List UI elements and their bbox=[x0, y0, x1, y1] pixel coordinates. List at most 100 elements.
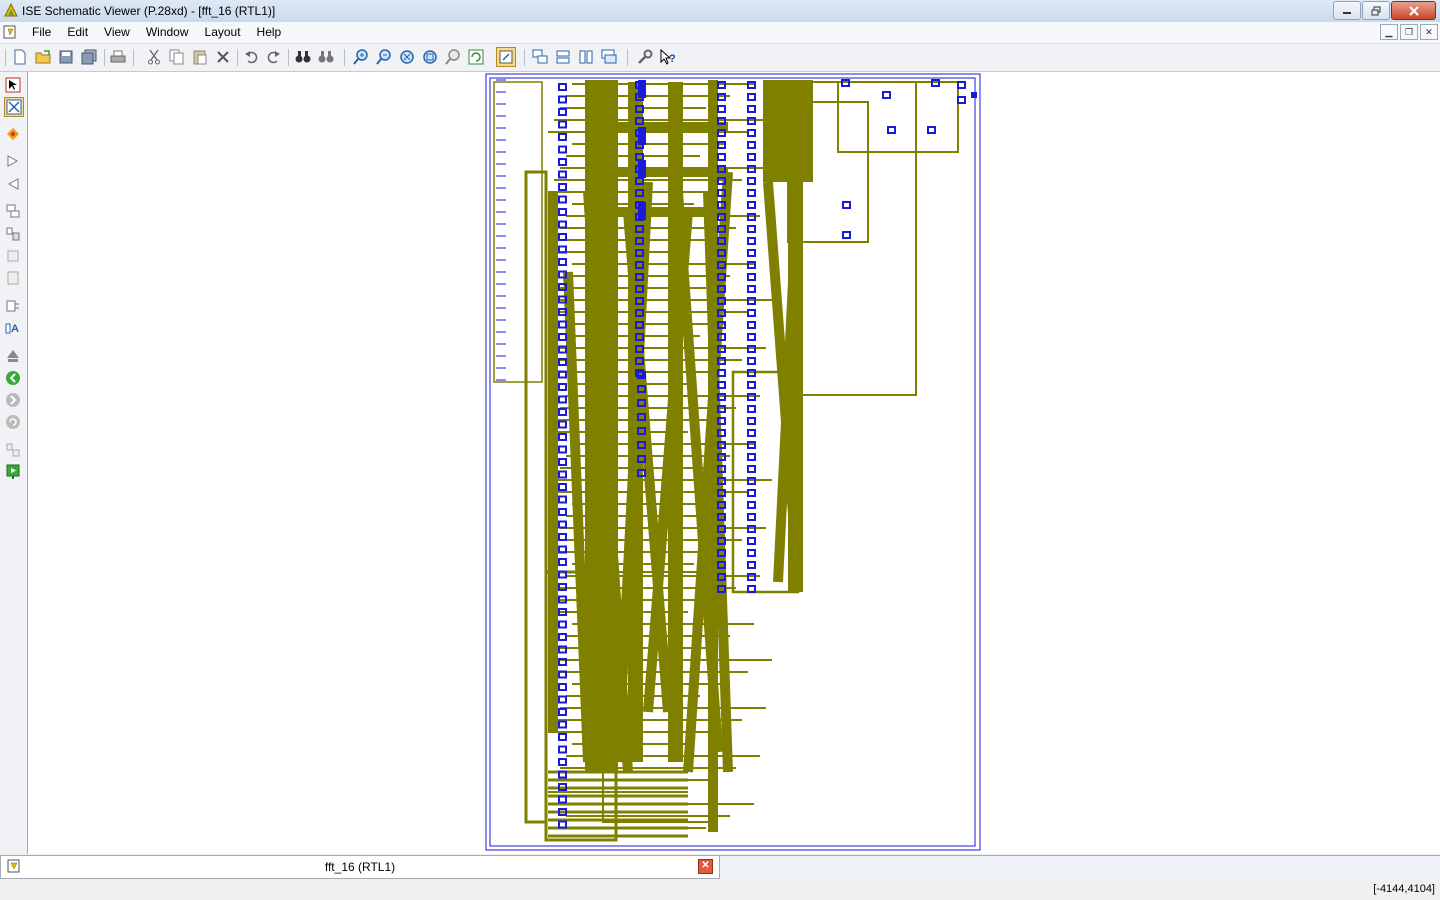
register-symbol bbox=[747, 309, 756, 317]
select-tool-button[interactable] bbox=[4, 76, 22, 94]
close-button[interactable] bbox=[1391, 1, 1436, 20]
register-symbol bbox=[747, 501, 756, 509]
print-icon bbox=[110, 50, 126, 63]
find-button[interactable] bbox=[294, 48, 312, 66]
register-symbol bbox=[957, 81, 966, 89]
save-button[interactable] bbox=[57, 48, 75, 66]
cascade-button[interactable] bbox=[531, 48, 549, 66]
register-symbol bbox=[558, 133, 567, 141]
delete-button[interactable] bbox=[214, 48, 232, 66]
register-symbol bbox=[842, 201, 851, 209]
cut-button[interactable] bbox=[145, 48, 163, 66]
close-icon: ✕ bbox=[701, 860, 710, 871]
help-pointer-button[interactable]: ? bbox=[659, 48, 677, 66]
minimize-button[interactable] bbox=[1333, 1, 1361, 20]
save-all-button[interactable] bbox=[80, 48, 98, 66]
register-symbol bbox=[927, 126, 936, 134]
zoom-in-button[interactable] bbox=[352, 48, 370, 66]
document-icon[interactable] bbox=[3, 25, 17, 39]
register-symbol bbox=[558, 620, 567, 629]
doc-close-button[interactable]: ✕ bbox=[1420, 24, 1438, 40]
run-button[interactable] bbox=[4, 463, 22, 481]
new-button[interactable] bbox=[11, 48, 29, 66]
menu-help[interactable]: Help bbox=[249, 25, 290, 39]
register-symbol bbox=[558, 433, 567, 441]
highlight-tool-button[interactable] bbox=[4, 125, 22, 143]
register-symbol bbox=[747, 201, 756, 209]
register-symbol bbox=[558, 358, 567, 366]
register-symbol bbox=[747, 585, 756, 593]
zoom-in-icon bbox=[353, 49, 368, 65]
refresh-view-button[interactable] bbox=[4, 413, 22, 431]
forward-arrow-icon bbox=[6, 393, 20, 407]
find-next-button[interactable] bbox=[317, 48, 335, 66]
forward-button[interactable] bbox=[4, 391, 22, 409]
tab-close-button[interactable]: ✕ bbox=[698, 859, 713, 874]
register-symbol bbox=[747, 237, 756, 245]
print-button[interactable] bbox=[109, 48, 127, 66]
mark-top-button[interactable] bbox=[4, 347, 22, 365]
show-hierarchy-button[interactable] bbox=[4, 202, 22, 220]
toolbar-separator bbox=[344, 49, 345, 66]
show-name-button[interactable] bbox=[4, 297, 22, 315]
menu-layout[interactable]: Layout bbox=[197, 25, 249, 39]
expand-input-button[interactable] bbox=[4, 152, 22, 170]
menu-edit[interactable]: Edit bbox=[59, 25, 96, 39]
register-symbol bbox=[842, 231, 851, 239]
zoom-to-box-button[interactable] bbox=[421, 48, 439, 66]
paste-button[interactable] bbox=[191, 48, 209, 66]
register-symbol bbox=[558, 470, 567, 479]
register-symbol bbox=[558, 220, 567, 229]
restore-button[interactable] bbox=[1362, 1, 1390, 20]
push-into-button[interactable] bbox=[4, 225, 22, 243]
register-symbol bbox=[558, 483, 567, 491]
doc-restore-button[interactable]: ❐ bbox=[1400, 24, 1418, 40]
zoom-full-button[interactable] bbox=[398, 48, 416, 66]
register-symbol bbox=[747, 93, 756, 101]
add-label-button[interactable]: A bbox=[4, 319, 22, 337]
open-button[interactable] bbox=[34, 48, 52, 66]
undo-button[interactable] bbox=[242, 48, 260, 66]
push-into-icon bbox=[6, 227, 20, 241]
label-icon: A bbox=[5, 323, 19, 335]
register-symbol bbox=[747, 561, 756, 569]
page-icon bbox=[7, 271, 19, 285]
schematic-canvas[interactable] bbox=[28, 72, 1440, 854]
register-symbol bbox=[558, 533, 567, 541]
back-button[interactable] bbox=[4, 369, 22, 387]
toolbar-separator bbox=[237, 49, 238, 66]
doc-minimize-button[interactable]: ▁ bbox=[1380, 24, 1398, 40]
menu-view[interactable]: View bbox=[96, 25, 138, 39]
zoom-to-selection-button[interactable] bbox=[444, 48, 462, 66]
add-wire-tool-button[interactable] bbox=[4, 97, 24, 117]
redo-button[interactable] bbox=[265, 48, 283, 66]
tab-fft-16[interactable]: fft_16 (RTL1) ✕ bbox=[0, 856, 720, 879]
register-symbol bbox=[747, 381, 756, 389]
tile-horizontal-button[interactable] bbox=[554, 48, 572, 66]
expand-output-button[interactable] bbox=[4, 175, 22, 193]
arrange-button[interactable] bbox=[600, 48, 618, 66]
menu-file[interactable]: File bbox=[24, 25, 59, 39]
register-symbol bbox=[558, 458, 567, 466]
mux-symbol bbox=[638, 160, 646, 178]
register-symbol bbox=[558, 158, 567, 166]
save-icon bbox=[59, 50, 73, 64]
minimize-icon bbox=[1343, 11, 1351, 14]
tile-vertical-button[interactable] bbox=[577, 48, 595, 66]
compare-button[interactable] bbox=[4, 441, 22, 459]
refresh-button[interactable] bbox=[467, 48, 485, 66]
zoom-out-button[interactable] bbox=[375, 48, 393, 66]
copy-button[interactable] bbox=[168, 48, 186, 66]
wire-box bbox=[493, 81, 543, 383]
properties-button[interactable] bbox=[636, 48, 654, 66]
menu-bar: File Edit View Window Layout Help ▁ ❐ ✕ bbox=[0, 22, 1440, 44]
pop-out-button[interactable] bbox=[4, 247, 22, 265]
page-button[interactable] bbox=[4, 269, 22, 287]
document-window-controls: ▁ ❐ ✕ bbox=[1380, 24, 1438, 40]
register-symbol bbox=[558, 233, 567, 241]
schematic-drawing[interactable] bbox=[28, 72, 1440, 854]
wrench-icon bbox=[638, 49, 653, 64]
pan-button[interactable] bbox=[496, 47, 516, 67]
menu-window[interactable]: Window bbox=[138, 25, 197, 39]
tile-vertical-icon bbox=[579, 50, 593, 64]
